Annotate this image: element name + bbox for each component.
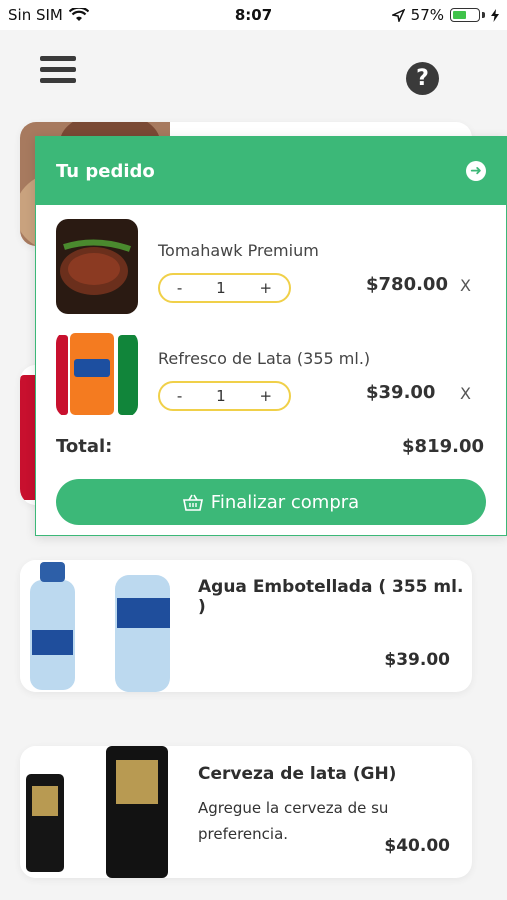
quantity-value: 1 [216, 279, 226, 297]
menu-line [40, 78, 76, 83]
item-price: $39.00 [366, 382, 436, 403]
steak-image [56, 219, 138, 314]
battery-fill [453, 11, 467, 19]
battery-icon [450, 8, 480, 22]
order-item: Tomahawk Premium - 1 + $780.00 X [56, 219, 496, 319]
total-value: $819.00 [402, 436, 484, 457]
total-label: Total: [56, 436, 113, 457]
battery-cap [482, 12, 485, 18]
item-price: $780.00 [366, 274, 448, 295]
status-bar: Sin SIM 8:07 57% [0, 0, 507, 30]
product-card-beer[interactable]: Cerveza de lata (GH) Agregue la cerveza … [20, 746, 472, 878]
product-title: Cerveza de lata (GH) [198, 764, 397, 784]
product-price: $39.00 [384, 650, 450, 670]
item-name: Tomahawk Premium [158, 241, 319, 260]
hamburger-menu-icon[interactable] [40, 56, 76, 86]
decrement-button[interactable]: - [177, 279, 182, 297]
charging-bolt-icon [491, 8, 499, 22]
quantity-value: 1 [216, 387, 226, 405]
remove-item-button[interactable]: X [460, 276, 471, 295]
order-panel: Tu pedido ➜ Tomahawk Premium - 1 + $780.… [35, 136, 507, 536]
quantity-stepper: - 1 + [158, 381, 291, 411]
increment-button[interactable]: + [260, 279, 273, 297]
product-price: $40.00 [384, 836, 450, 856]
quantity-stepper: - 1 + [158, 273, 291, 303]
menu-line [40, 56, 76, 61]
water-bottle-image [20, 560, 170, 692]
order-header: Tu pedido ➜ [36, 137, 506, 205]
menu-line [40, 67, 76, 72]
status-right: 57% [391, 6, 499, 24]
checkout-button[interactable]: Finalizar compra [56, 479, 486, 525]
help-icon[interactable]: ? [406, 62, 439, 95]
location-arrow-icon [391, 8, 405, 22]
item-name: Refresco de Lata (355 ml.) [158, 349, 371, 368]
remove-item-button[interactable]: X [460, 384, 471, 403]
battery-percent: 57% [410, 6, 444, 24]
product-title: Agua Embotellada ( 355 ml. ) [198, 577, 464, 617]
beer-can-image [20, 746, 170, 878]
arrow-right-circle-icon[interactable]: ➜ [466, 161, 486, 181]
checkout-label: Finalizar compra [210, 491, 360, 513]
order-item: Refresco de Lata (355 ml.) - 1 + $39.00 … [56, 331, 496, 421]
decrement-button[interactable]: - [177, 387, 182, 405]
order-title: Tu pedido [56, 160, 155, 182]
increment-button[interactable]: + [260, 387, 273, 405]
product-card-water[interactable]: Agua Embotellada ( 355 ml. ) $39.00 [20, 560, 472, 692]
basket-icon [182, 494, 203, 511]
soda-cans-image [56, 331, 138, 417]
